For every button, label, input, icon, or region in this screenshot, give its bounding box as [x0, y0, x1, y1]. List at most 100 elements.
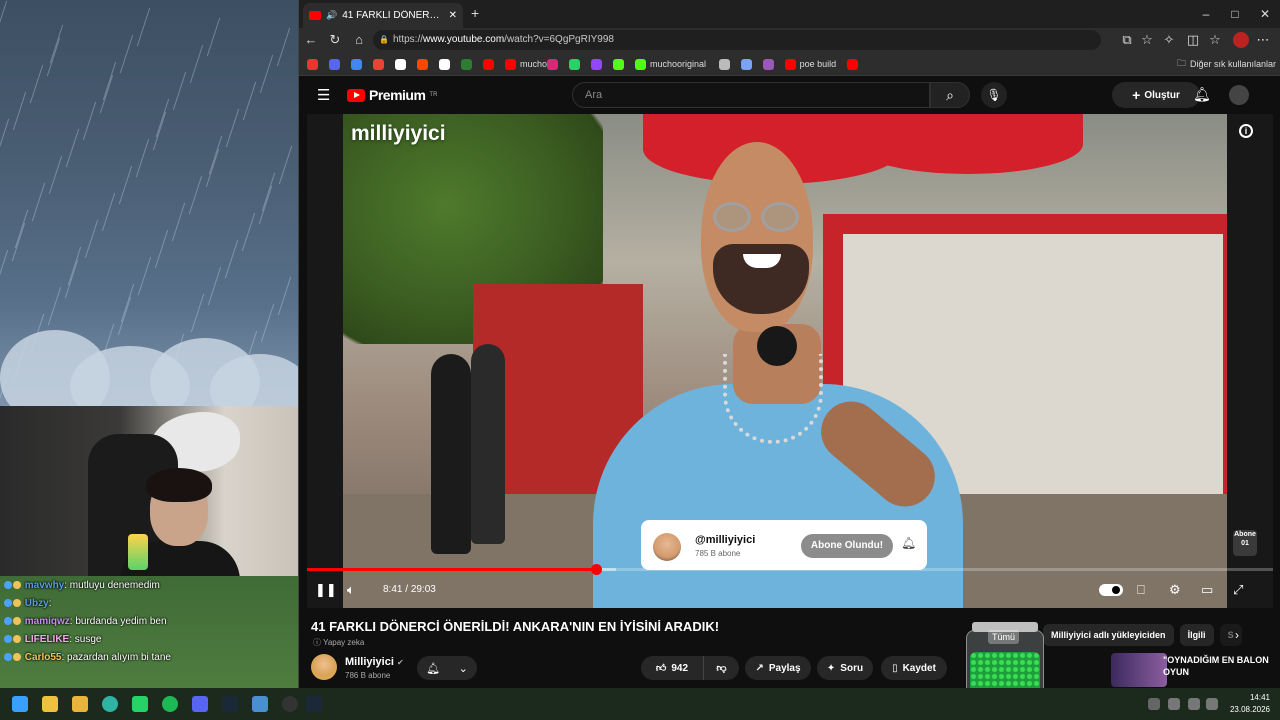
notifications-icon[interactable]: 🔔︎: [1193, 86, 1211, 103]
bookmark-item[interactable]: [762, 58, 774, 70]
search-input[interactable]: Ara: [572, 82, 930, 108]
account-avatar[interactable]: [1229, 85, 1249, 105]
bookmark-favicon-icon: [591, 58, 602, 70]
create-button[interactable]: + Oluştur: [1112, 82, 1200, 108]
like-button[interactable]: 👍︎ 942: [641, 656, 703, 680]
bookmark-item[interactable]: [417, 58, 428, 70]
favorite-star-icon[interactable]: ☆: [1137, 31, 1157, 49]
volume-button[interactable]: 🔈︎: [347, 582, 355, 598]
minimize-button[interactable]: –: [1191, 4, 1221, 24]
video-player[interactable]: milliyiyici i Abone 01 @milliyiyici 785 …: [307, 114, 1273, 608]
share-button[interactable]: ↗ Paylaş: [745, 656, 811, 680]
search-button[interactable]: ⌕: [930, 82, 970, 108]
back-button[interactable]: ←: [301, 31, 321, 49]
volume-tray-icon[interactable]: [1206, 698, 1218, 710]
chat-text: : mutluyu denemedim: [64, 580, 160, 591]
captions-icon[interactable]: ⎕: [1137, 582, 1145, 598]
network-icon[interactable]: [1188, 698, 1200, 710]
spotify-icon[interactable]: [162, 696, 178, 712]
bookmark-item[interactable]: [307, 58, 318, 70]
folder-icon[interactable]: [72, 696, 88, 712]
bookmark-item[interactable]: [461, 58, 472, 70]
favorites-icon[interactable]: ☆: [1205, 31, 1225, 49]
current-time: 8:41: [383, 584, 403, 595]
chip-all[interactable]: Milliyiyici adlı yükleyiciden: [1043, 624, 1174, 646]
bookmarks-bar: mucho muchooriginal poe build 🗀 Diğer sık …: [299, 52, 1280, 76]
close-tab-icon[interactable]: ✕: [449, 10, 457, 21]
bookmark-item[interactable]: [329, 58, 340, 70]
home-button[interactable]: ⌂: [349, 31, 369, 49]
chat-badge-icon: [13, 599, 21, 608]
dislike-button[interactable]: 👎︎: [703, 656, 739, 680]
edge-icon[interactable]: [102, 696, 118, 712]
ask-button[interactable]: ✦ Soru: [817, 656, 873, 680]
bookmark-item[interactable]: [439, 58, 450, 70]
mic-tray-icon[interactable]: [1168, 698, 1180, 710]
extensions-icon[interactable]: ⧉: [1117, 31, 1137, 49]
obs-icon[interactable]: [282, 696, 298, 712]
umbrella: [853, 114, 1083, 174]
system-clock[interactable]: 14:41 23.08.2026: [1230, 692, 1270, 716]
notification-bell-button[interactable]: 🔔︎ ⌄: [417, 656, 477, 680]
bookmark-item[interactable]: mucho: [505, 58, 547, 70]
bookmark-item[interactable]: [547, 58, 558, 70]
bookmark-item[interactable]: [395, 58, 406, 70]
theater-mode-icon[interactable]: ▭: [1201, 582, 1213, 598]
share-label: Paylaş: [768, 662, 801, 674]
info-icon[interactable]: i: [1239, 124, 1253, 138]
bookmark-item[interactable]: [847, 58, 859, 70]
recommended-thumbnail[interactable]: [1111, 653, 1167, 687]
steam-icon[interactable]: [222, 696, 238, 712]
voice-search-button[interactable]: 🎙: [981, 82, 1007, 108]
autoplay-toggle[interactable]: [1099, 584, 1123, 596]
tray-icon[interactable]: [1148, 698, 1160, 710]
chip-related[interactable]: İlgili: [1179, 624, 1214, 646]
related-chips: Milliyiyici adlı yükleyiciden İlgili S: [1043, 624, 1242, 646]
settings-gear-icon[interactable]: ⚙: [1169, 582, 1181, 598]
windows-start-icon[interactable]: [12, 696, 28, 712]
bookmark-item[interactable]: [351, 58, 362, 70]
channel-name[interactable]: Milliyiyici ✔: [345, 656, 404, 668]
puzzle-icon[interactable]: ✧: [1159, 31, 1179, 49]
file-explorer-icon[interactable]: [42, 696, 58, 712]
menu-icon[interactable]: ☰: [317, 86, 330, 104]
whatsapp-icon[interactable]: [132, 696, 148, 712]
new-tab-button[interactable]: +: [471, 5, 479, 21]
subscribe-watermark-badge[interactable]: Abone 01: [1233, 530, 1257, 556]
url-field[interactable]: 🔒 https://www.youtube.com/watch?v=6QgPgR…: [373, 30, 1101, 50]
bookmark-item[interactable]: muchooriginal: [635, 58, 706, 70]
pause-button[interactable]: ❚❚: [315, 582, 337, 598]
bookmark-item[interactable]: [569, 58, 580, 70]
channel-avatar[interactable]: [311, 654, 337, 680]
other-bookmarks[interactable]: 🗀 Diğer sık kullanılanlar: [1177, 58, 1276, 70]
tab-bar: 🔊 41 FARKLI DÖNERCİ ÖNERİLD ✕ + – □ ✕: [299, 0, 1280, 28]
ai-info-icon: ⓘ: [313, 638, 321, 647]
subscribed-button[interactable]: Abone Olundu!: [801, 534, 893, 558]
youtube-logo[interactable]: Premium TR: [347, 87, 437, 103]
steam-icon[interactable]: [306, 696, 322, 712]
bell-icon[interactable]: 🔔︎: [901, 536, 916, 550]
bookmark-item[interactable]: [483, 58, 494, 70]
app-icon[interactable]: [252, 696, 268, 712]
fullscreen-icon[interactable]: ⤢: [1233, 582, 1243, 598]
browser-tab[interactable]: 🔊 41 FARKLI DÖNERCİ ÖNERİLD ✕: [303, 3, 463, 28]
chips-next-icon[interactable]: ›: [1235, 628, 1239, 642]
bookmark-item[interactable]: [373, 58, 384, 70]
like-count: 942: [671, 662, 689, 674]
split-screen-icon[interactable]: ◫: [1183, 31, 1203, 49]
bookmark-item[interactable]: [613, 58, 624, 70]
bookmark-item[interactable]: [718, 58, 730, 70]
bookmark-item[interactable]: poe build: [784, 58, 836, 70]
more-menu-icon[interactable]: ⋯: [1253, 31, 1273, 49]
discord-icon[interactable]: [192, 696, 208, 712]
recommended-title[interactable]: "OYNADIĞIM EN BALON OYUN: [1163, 654, 1273, 678]
close-window-button[interactable]: ✕: [1250, 4, 1280, 24]
bookmark-item[interactable]: [591, 58, 602, 70]
bookmark-item[interactable]: [740, 58, 752, 70]
chat-username: Carlo55: [24, 652, 62, 663]
save-button[interactable]: ▯ Kaydet: [881, 656, 947, 680]
profile-avatar[interactable]: [1233, 32, 1249, 48]
maximize-button[interactable]: □: [1220, 4, 1250, 24]
reload-button[interactable]: ↻: [325, 31, 345, 49]
progress-bar[interactable]: [307, 564, 1273, 575]
